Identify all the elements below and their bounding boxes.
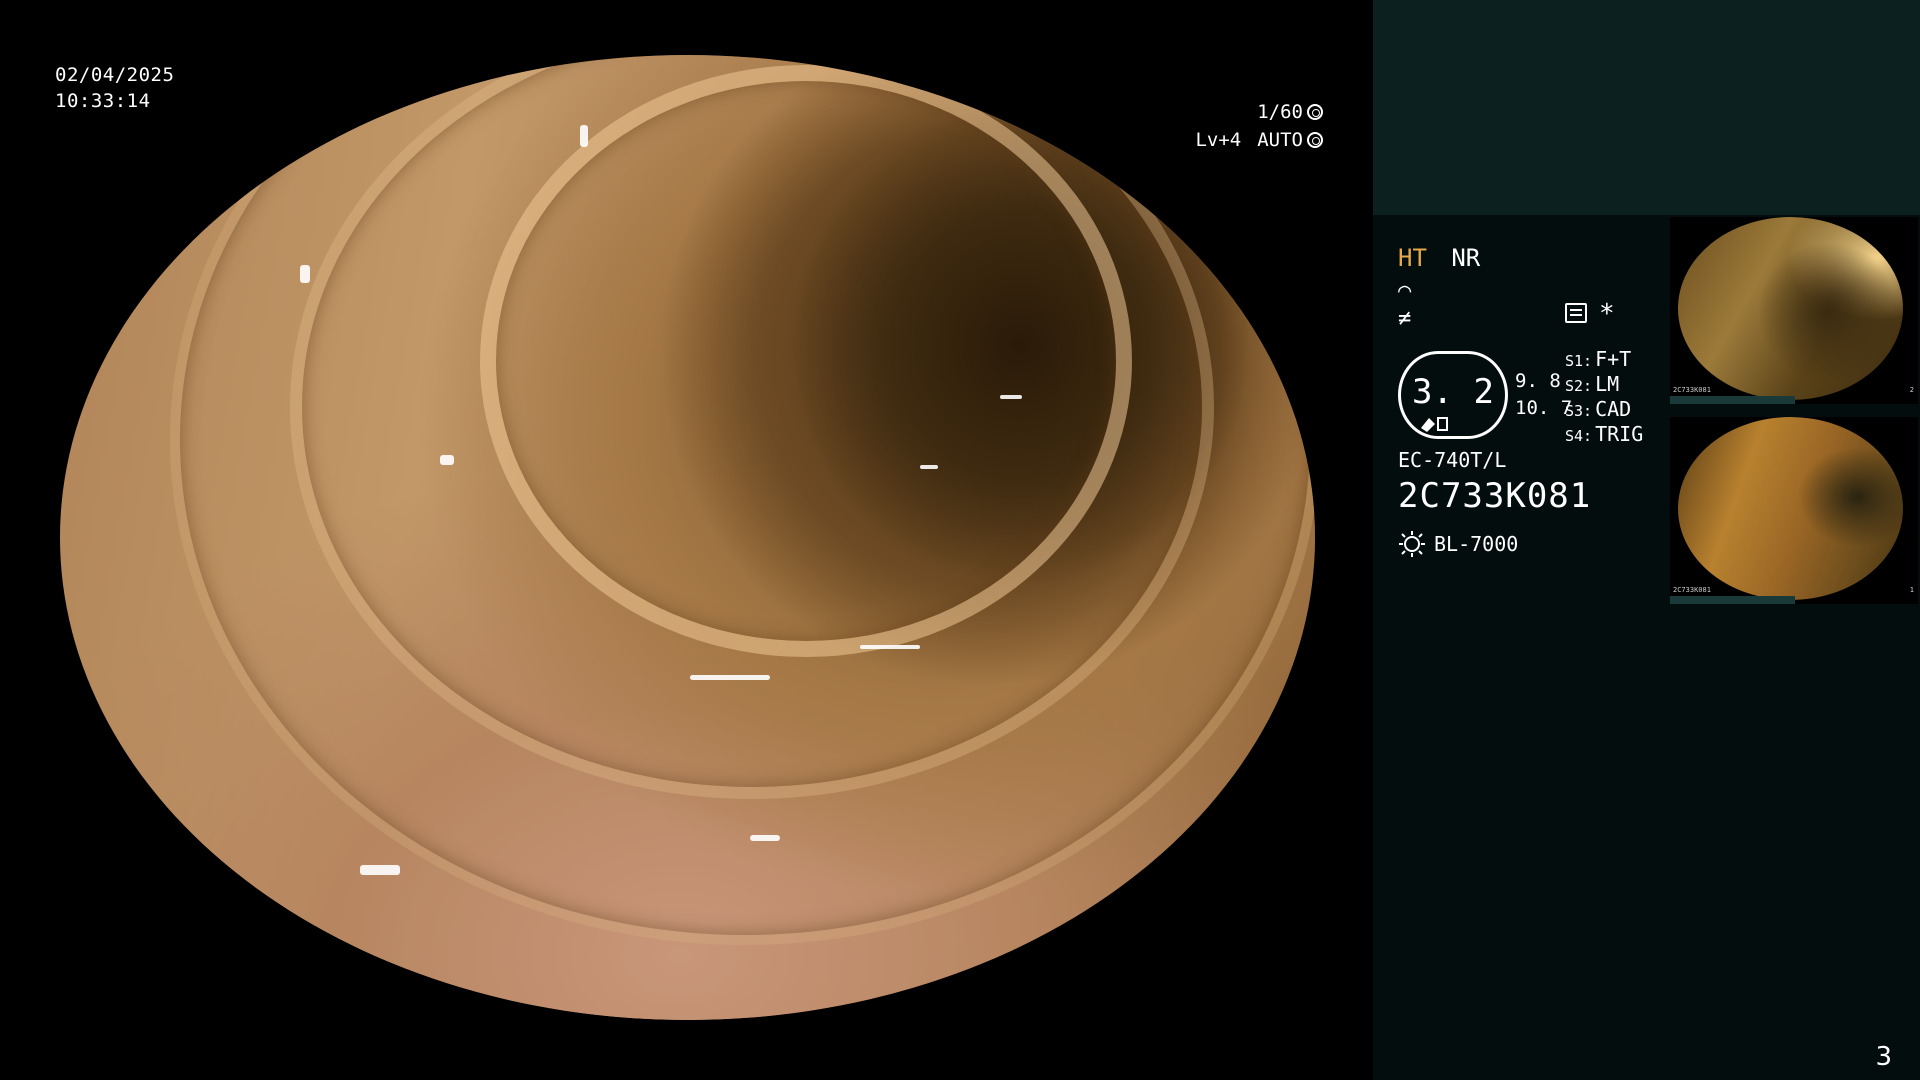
endoscopic-image <box>60 55 1315 1020</box>
time-label: 10:33:14 <box>55 90 151 112</box>
switch-row-s1: S1: F+T <box>1565 347 1632 371</box>
light-source-row: BL-7000 <box>1398 530 1518 558</box>
capture-thumbnail-1[interactable]: 2C733K081 2 <box>1670 217 1918 404</box>
zoom-indicator: 3. 2 <box>1398 351 1508 439</box>
thumbnail-id: 2C733K081 <box>1673 386 1711 394</box>
light-source-label: BL-7000 <box>1434 532 1519 556</box>
date-label: 02/04/2025 <box>55 64 175 86</box>
thumbnail-image <box>1678 417 1903 600</box>
thumbnail-id: 2C733K081 <box>1673 586 1711 594</box>
settings-icon <box>1565 303 1587 323</box>
datetime-display: 02/04/2025 10:33:14 <box>55 62 174 114</box>
magnify-icon <box>1421 417 1448 432</box>
switch-row-s3: S3: CAD <box>1565 397 1632 421</box>
page-number: 3 <box>1875 1042 1892 1072</box>
asterisk-mark: * <box>1599 299 1615 329</box>
thumbnail-index: 2 <box>1909 386 1914 394</box>
panel-header <box>1373 0 1920 215</box>
switch-row-s4: S4: TRIG <box>1565 422 1644 446</box>
switch-row-s2: S2: LM <box>1565 372 1620 396</box>
exposure-info: 1/60 Lv+4 AUTO <box>1195 98 1323 154</box>
zoom-sub-value-2: 10. 7 <box>1515 397 1573 419</box>
thumbnail-index: 1 <box>1909 586 1914 594</box>
iris-icon <box>1307 132 1323 148</box>
mode-nr: NR <box>1451 244 1481 272</box>
brightness-level: Lv+4 <box>1195 129 1242 151</box>
thumbnail-image <box>1678 217 1903 400</box>
scope-info: HT NR ⌒ ≠ 3. 2 9. 8 10. 7 EC-740T/L 2C73… <box>1398 240 1678 570</box>
zoom-value: 3. 2 <box>1412 372 1494 412</box>
structure-enhance-icon: ⌒ <box>1398 278 1412 303</box>
capture-thumbnail-2[interactable]: 2C733K081 1 <box>1670 417 1918 604</box>
color-enhance-icon: ≠ <box>1398 306 1412 331</box>
shutter-speed: 1/60 <box>1257 101 1303 123</box>
scope-serial: 2C733K081 <box>1398 476 1592 516</box>
shutter-icon <box>1307 104 1323 120</box>
scope-model: EC-740T/L <box>1398 448 1507 472</box>
image-mode-row: HT NR <box>1398 244 1480 272</box>
iris-mode: AUTO <box>1257 129 1303 151</box>
mode-ht: HT <box>1398 244 1427 272</box>
endoscope-view: 02/04/2025 10:33:14 1/60 Lv+4 AUTO <box>0 0 1373 1080</box>
light-bulb-icon <box>1399 531 1425 557</box>
zoom-sub-value-1: 9. 8 <box>1515 370 1561 392</box>
